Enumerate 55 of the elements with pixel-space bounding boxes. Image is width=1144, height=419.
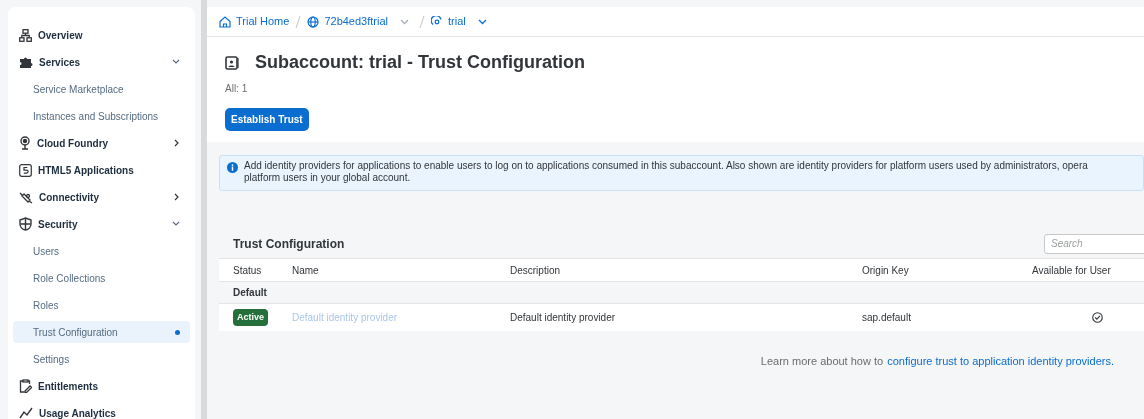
html5-icon xyxy=(19,163,32,177)
breadcrumb-link[interactable]: trial xyxy=(431,13,466,30)
establish-trust-button[interactable]: Establish Trust xyxy=(225,108,309,131)
hierarchy-icon xyxy=(19,28,32,42)
sidebar-item[interactable]: HTML5 Applications xyxy=(13,159,190,181)
column-header: Available for User xyxy=(1032,263,1112,278)
chevron-right-icon xyxy=(174,193,180,201)
sidebar-item[interactable]: Entitlements xyxy=(13,375,190,397)
chart-line-icon xyxy=(19,407,33,419)
table-cell: sap.default xyxy=(862,312,911,323)
table-cell: Default identity provider xyxy=(510,312,616,323)
chevron-down-icon xyxy=(172,59,180,65)
globe-icon xyxy=(307,15,320,28)
help-link[interactable]: configure trust to application identity providers. xyxy=(887,353,1114,370)
breadcrumb-link[interactable]: 72b4ed3ftrial xyxy=(307,13,388,30)
sidebar-item[interactable]: Settings xyxy=(13,348,190,370)
page-title: Subaccount: trial - Trust Configuration xyxy=(255,51,585,74)
sidebar-item[interactable]: Cloud Foundry xyxy=(13,132,190,154)
chevron-right-icon xyxy=(174,139,180,147)
help-text: Learn more about how to xyxy=(760,354,884,369)
item-count: All: 1 xyxy=(225,82,249,96)
status-badge: Active xyxy=(233,308,268,327)
sidebar-item[interactable]: Connectivity xyxy=(13,186,190,208)
puzzle-icon xyxy=(19,55,33,69)
column-header: Status xyxy=(232,263,263,278)
clipboard-pen-icon xyxy=(19,379,32,393)
sidebar-item[interactable]: Trust Configuration xyxy=(13,321,190,343)
sidebar-item[interactable]: Service Marketplace xyxy=(13,78,190,100)
column-header: Description xyxy=(510,263,562,278)
separator-icon xyxy=(419,14,425,29)
home-icon xyxy=(219,15,231,28)
sidebar-item[interactable]: Users xyxy=(13,240,190,262)
sidebar-item[interactable]: Security xyxy=(13,213,190,235)
info-icon xyxy=(227,162,238,173)
info-text: platform users in your global account. xyxy=(244,172,412,184)
search-field[interactable]: Search xyxy=(1044,233,1144,254)
sidebar-item[interactable]: Role Collections xyxy=(13,267,190,289)
separator-icon xyxy=(295,14,302,29)
info-text: Add identity providers for applications to enable users to log on to applications consumed in this subaccount. Also shown are identity providers for platform users used by administrators, opera xyxy=(244,160,1088,172)
subaccount-cycle-icon xyxy=(431,15,443,28)
column-header: Origin Key xyxy=(862,263,910,278)
sidebar-item[interactable]: Instances and Subscriptions xyxy=(13,105,190,127)
subaccount-icon xyxy=(225,54,239,71)
shield-icon xyxy=(19,217,32,231)
sidebar-item[interactable]: Services xyxy=(13,51,190,73)
group-header: Default xyxy=(233,286,267,300)
sidebar-item[interactable]: Roles xyxy=(13,294,190,316)
chevron-down-icon xyxy=(172,221,180,227)
sidebar-item[interactable]: Usage Analytics xyxy=(13,402,190,419)
column-header: Name xyxy=(292,263,320,278)
chevron-down-icon[interactable] xyxy=(477,18,487,25)
sidebar-item[interactable]: Overview xyxy=(13,24,190,46)
breadcrumb-link[interactable]: Trial Home xyxy=(219,13,290,30)
table-row[interactable]: Active Default identity provider Default identity provider sap.default xyxy=(219,303,1144,331)
table-title: Trust Configuration xyxy=(233,235,345,253)
